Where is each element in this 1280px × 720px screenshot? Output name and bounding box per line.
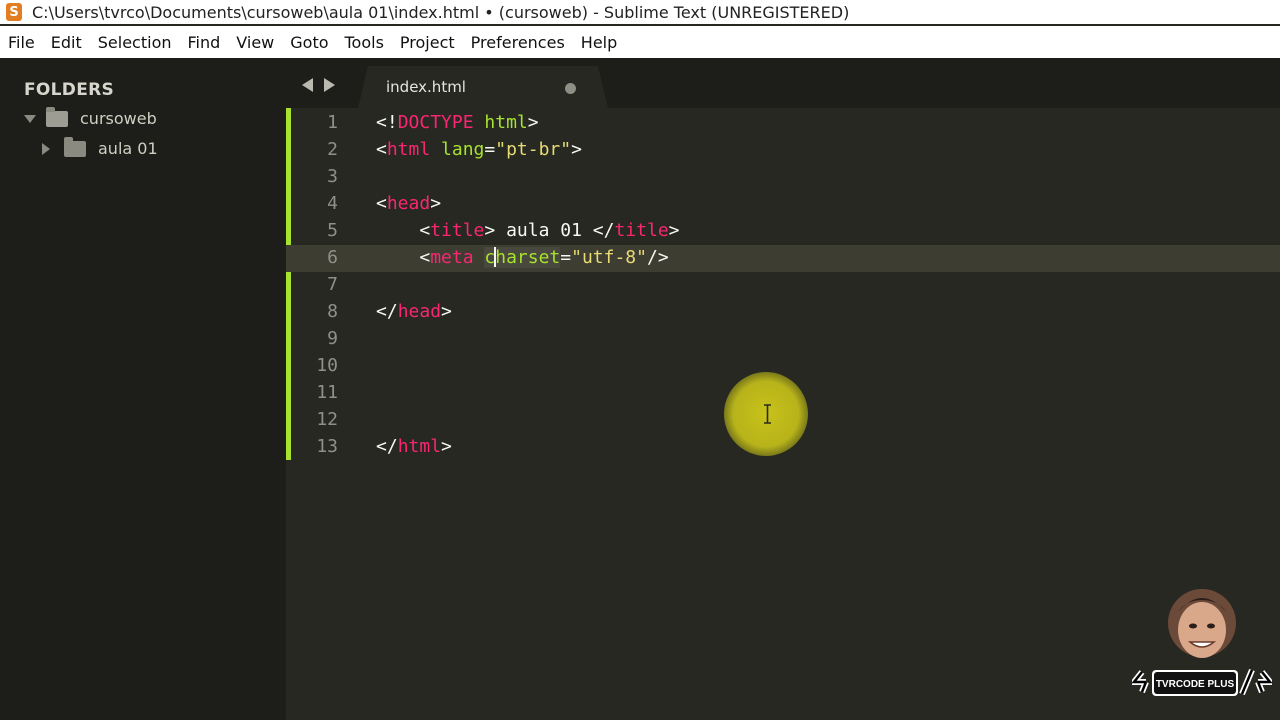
folder-row-aula-01[interactable]: aula 01 [42,136,158,158]
line-number: 13 [316,436,338,457]
line-number: 2 [327,139,338,160]
folder-row-cursoweb[interactable]: cursoweb [24,106,157,128]
code-text: <!DOCTYPE html> [376,112,539,133]
title-bar: S C:\Users\tvrco\Documents\cursoweb\aula… [0,0,1280,24]
line-number: 12 [316,409,338,430]
folders-heading: FOLDERS [24,80,115,100]
tab-index-html[interactable]: index.html [358,66,608,108]
code-line[interactable]: 7 [286,272,1280,299]
menu-preferences[interactable]: Preferences [463,33,573,52]
code-line[interactable]: 3 [286,164,1280,191]
code-line[interactable]: 5 <title> aula 01 </title> [286,218,1280,245]
chevron-down-icon[interactable] [24,114,36,123]
line-number: 1 [327,112,338,133]
line-number: 6 [327,247,338,268]
menu-view[interactable]: View [228,33,282,52]
code-text: </head> [376,301,452,322]
menu-project[interactable]: Project [392,33,463,52]
folder-label: cursoweb [80,109,157,128]
window-title: C:\Users\tvrco\Documents\cursoweb\aula 0… [32,2,850,22]
code-text: <title> aula 01 </title> [419,220,680,241]
arrow-right-icon[interactable] [324,78,335,92]
line-number: 10 [316,355,338,376]
menu-help[interactable]: Help [573,33,625,52]
menu-bar: File Edit Selection Find View Goto Tools… [0,26,1280,58]
arrow-left-icon[interactable] [302,78,313,92]
line-number: 4 [327,193,338,214]
code-line[interactable]: 8 </head> [286,299,1280,326]
folder-label: aula 01 [98,139,158,158]
menu-file[interactable]: File [0,33,43,52]
sidebar: FOLDERS cursoweb aula 01 [0,58,286,720]
menu-find[interactable]: Find [180,33,229,52]
line-number: 7 [327,274,338,295]
code-line[interactable]: 1 <!DOCTYPE html> [286,110,1280,137]
line-number: 3 [327,166,338,187]
line-number: 11 [316,382,338,403]
code-line-current[interactable]: 6 <meta charset="utf-8"/> [286,245,1280,272]
watermark-text: TVRCODE PLUS [1156,679,1235,690]
unsaved-dot-icon[interactable] [565,83,576,94]
folder-icon [64,136,86,157]
menu-goto[interactable]: Goto [282,33,336,52]
tab-bar: index.html [286,58,1280,108]
code-text: <meta charset="utf-8"/> [419,247,669,268]
text-caret [494,247,497,267]
line-number: 9 [327,328,338,349]
sublime-text-icon: S [6,3,22,21]
code-line[interactable]: 2 <html lang="pt-br"> [286,137,1280,164]
ibeam-cursor-icon [764,404,771,424]
chevron-right-icon[interactable] [42,142,50,155]
code-text: <html lang="pt-br"> [376,139,582,160]
menu-edit[interactable]: Edit [43,33,90,52]
folder-open-icon [46,106,68,127]
line-number: 8 [327,301,338,322]
code-line[interactable]: 4 <head> [286,191,1280,218]
menu-selection[interactable]: Selection [90,33,180,52]
tvrcode-plus-logo: TVRCODE PLUS [1132,589,1272,696]
code-line[interactable]: 9 [286,326,1280,353]
line-number: 5 [327,220,338,241]
tab-label: index.html [386,78,466,96]
code-text: <head> [376,193,442,214]
code-text: </html> [376,436,452,457]
menu-tools[interactable]: Tools [337,33,392,52]
